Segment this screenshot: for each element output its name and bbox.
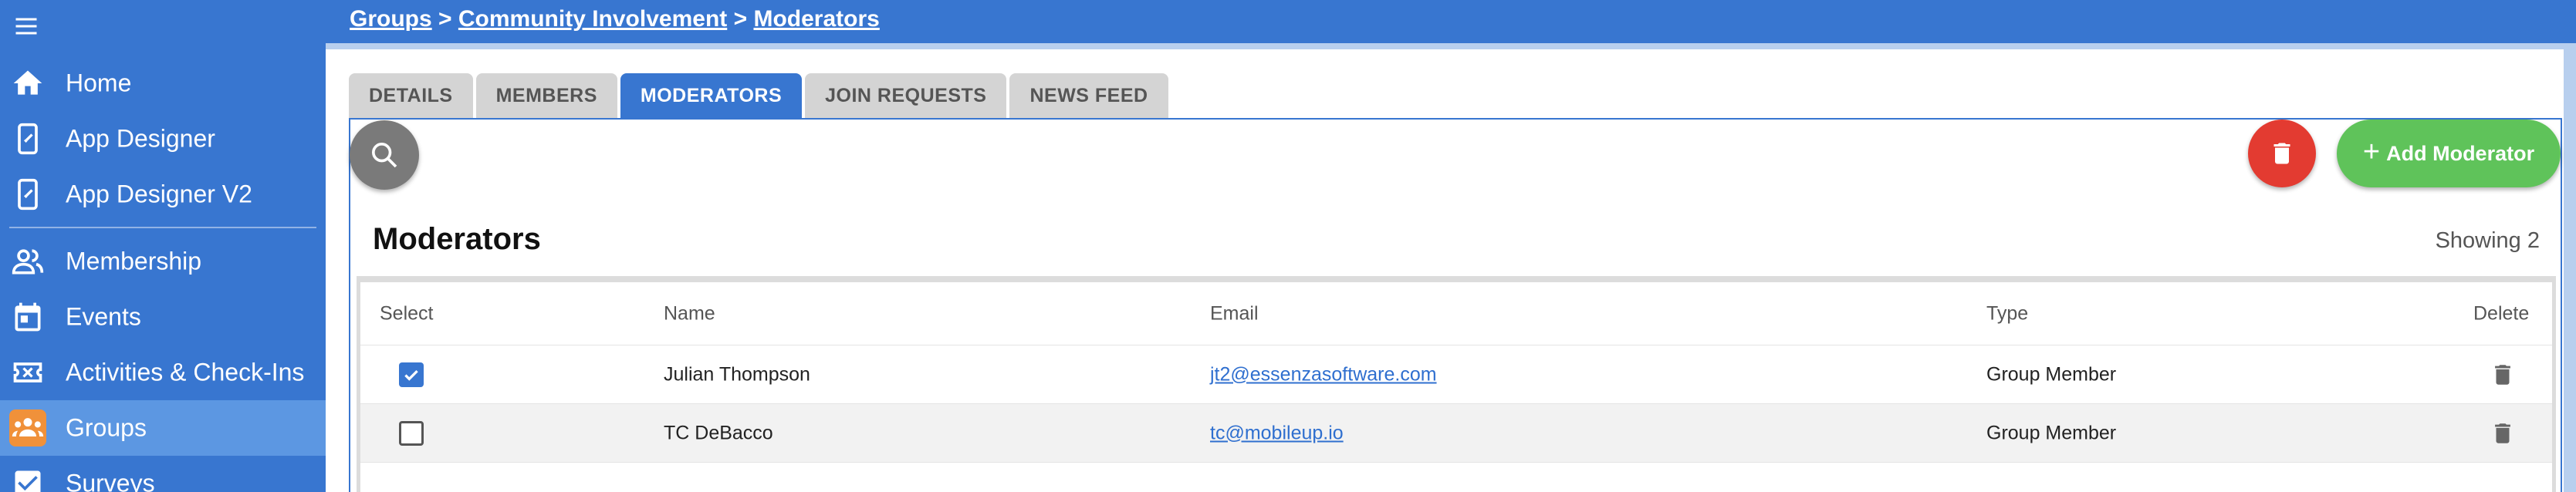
row-select-checkbox[interactable] [399, 420, 424, 446]
sidebar-item-activities[interactable]: Activities & Check-Ins [0, 345, 326, 400]
table-row[interactable]: TC DeBacco tc@mobileup.io Group Member [360, 404, 2552, 463]
tab-bar: DETAILS MEMBERS MODERATORS JOIN REQUESTS… [349, 73, 1168, 118]
ticket-icon [9, 354, 46, 391]
sidebar-item-label: Membership [66, 247, 202, 275]
sidebar-item-groups[interactable]: Groups [0, 400, 326, 456]
scrollbar-track[interactable] [2564, 49, 2576, 492]
tab-moderators[interactable]: MODERATORS [620, 73, 803, 118]
tab-join-requests[interactable]: JOIN REQUESTS [805, 73, 1007, 118]
column-header-name[interactable]: Name [664, 302, 715, 325]
moderator-type: Group Member [1986, 363, 2117, 385]
moderator-type: Group Member [1986, 422, 2117, 443]
top-bar: Groups > Community Involvement > Moderat… [326, 0, 2576, 43]
trash-icon [2495, 423, 2510, 443]
breadcrumb-groups-link[interactable]: Groups [350, 6, 432, 32]
sidebar-item-surveys[interactable]: Surveys [0, 456, 326, 492]
row-delete-button[interactable] [2487, 418, 2518, 449]
column-header-delete: Delete [2473, 302, 2530, 324]
delete-selected-button[interactable] [2248, 120, 2316, 187]
breadcrumb-separator: > [431, 6, 458, 32]
search-button[interactable] [350, 120, 419, 190]
sidebar-item-label: Groups [66, 413, 147, 442]
moderators-table: Select Name Email Type Delete Julian Tho… [357, 276, 2556, 492]
tab-news-feed[interactable]: NEWS FEED [1009, 73, 1168, 118]
tab-members[interactable]: MEMBERS [475, 73, 617, 118]
sidebar-item-app-designer-v2[interactable]: App Designer V2 [0, 167, 326, 222]
column-header-email[interactable]: Email [1210, 302, 1259, 325]
breadcrumb: Groups > Community Involvement > Moderat… [350, 6, 880, 32]
trash-icon [2273, 143, 2290, 164]
people-icon [9, 243, 46, 280]
column-header-type[interactable]: Type [1986, 302, 2028, 325]
home-icon [9, 65, 46, 102]
moderator-name: Julian Thompson [664, 363, 810, 385]
breadcrumb-group-link[interactable]: Community Involvement [458, 6, 727, 32]
moderator-name: TC DeBacco [664, 422, 773, 443]
sidebar-item-label: Home [66, 69, 132, 97]
tab-details[interactable]: DETAILS [349, 73, 473, 118]
table-header-row: Select Name Email Type Delete [360, 282, 2552, 345]
plus-icon: + [2362, 136, 2381, 168]
column-header-select: Select [380, 302, 434, 324]
sidebar-item-label: App Designer V2 [66, 180, 252, 208]
checkmark-icon [404, 369, 418, 381]
groups-icon [9, 409, 46, 447]
add-moderator-label: Add Moderator [2386, 141, 2535, 165]
top-bar-shadow [326, 43, 2576, 49]
sidebar-item-home[interactable]: Home [0, 56, 326, 111]
sidebar-item-label: Surveys [66, 469, 155, 492]
sidebar-item-label: App Designer [66, 124, 215, 153]
breadcrumb-current-link[interactable]: Moderators [753, 6, 879, 32]
sidebar-item-label: Activities & Check-Ins [66, 358, 305, 386]
menu-icon[interactable] [11, 11, 42, 42]
section-title: Moderators [373, 222, 541, 256]
calendar-icon [9, 298, 46, 335]
sidebar-divider [9, 227, 316, 228]
phone-edit-icon [9, 120, 46, 157]
sidebar: Home App Designer App Designer V2 Member… [0, 0, 326, 492]
breadcrumb-separator: > [727, 6, 754, 32]
search-icon [372, 143, 397, 168]
trash-icon [2495, 364, 2510, 385]
table-row[interactable]: Julian Thompson jt2@essenzasoftware.com … [360, 345, 2552, 404]
row-delete-button[interactable] [2487, 359, 2518, 390]
row-select-checkbox[interactable] [399, 362, 424, 387]
showing-count: Showing 2 [2435, 228, 2540, 253]
sidebar-item-label: Events [66, 302, 141, 331]
moderator-email-link[interactable]: tc@mobileup.io [1210, 422, 1344, 444]
sidebar-item-events[interactable]: Events [0, 289, 326, 345]
checkbox-icon [9, 465, 46, 492]
add-moderator-button[interactable]: + Add Moderator [2337, 120, 2561, 187]
moderator-email-link[interactable]: jt2@essenzasoftware.com [1210, 363, 1437, 386]
sidebar-item-membership[interactable]: Membership [0, 234, 326, 289]
sidebar-item-app-designer[interactable]: App Designer [0, 111, 326, 167]
phone-edit-icon [9, 176, 46, 213]
